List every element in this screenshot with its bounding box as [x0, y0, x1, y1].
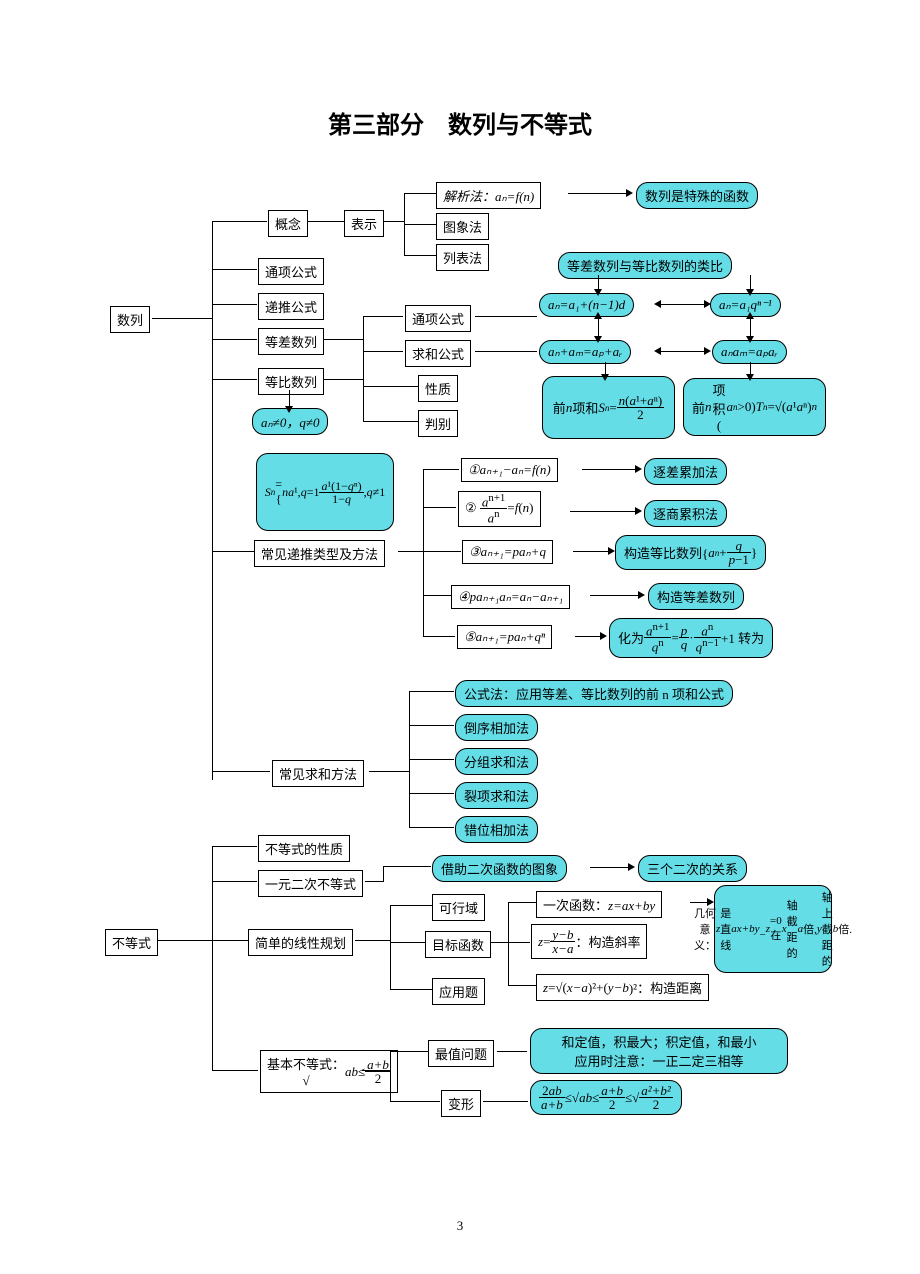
- node-recur: 递推公式: [258, 293, 324, 320]
- opt-note: 和定值，积最大；积定值，和最小应用时注意：一正二定三相等: [530, 1028, 788, 1074]
- node-arith: 等差数列: [258, 328, 324, 355]
- node-ineq: 不等式: [105, 929, 158, 956]
- node-ineq-prop: 不等式的性质: [258, 835, 350, 862]
- s2: 倒序相加法: [455, 714, 538, 741]
- c5: ⑤aₙ₊₁=paₙ+qⁿ: [457, 625, 552, 649]
- lin: 一次函数：z=ax+by: [536, 891, 662, 918]
- page-number: 3: [0, 1218, 920, 1234]
- node-general: 通项公式: [258, 258, 324, 285]
- node-var: 变形: [441, 1090, 481, 1117]
- s3: 分组求和法: [455, 748, 538, 775]
- node-prop: 性质: [418, 375, 458, 402]
- node-opt: 最值问题: [428, 1040, 494, 1067]
- dist: z=√(x−a)²+(y−b)²：构造距离: [536, 974, 709, 1001]
- c2: ② an+1an=f(n): [458, 491, 541, 527]
- node-geom: 等比数列: [258, 368, 324, 395]
- pill-f4: aₙaₘ=aₚaᵣ: [712, 340, 787, 364]
- node-repr: 表示: [344, 210, 384, 237]
- quad-img: 借助二次函数的图象: [432, 855, 567, 882]
- node-obj: 目标函数: [425, 931, 491, 958]
- c4: ④paₙ₊₁aₙ=aₙ−aₙ₊₁: [451, 585, 570, 609]
- node-sum2: 求和公式: [405, 340, 471, 367]
- node-graph: 图象法: [436, 213, 489, 240]
- pill-f1: aₙ=a₁+(n−1)d: [539, 293, 634, 317]
- node-concept: 概念: [268, 210, 308, 237]
- m5: 化为an+1qn=pq·anqn−1+1 转为: [609, 618, 773, 658]
- m1: 逐差累加法: [644, 458, 727, 485]
- three2: 三个二次的关系: [638, 855, 747, 882]
- var-formula: 2aba+b≤√ab≤a+b2≤√a²+b²2: [530, 1080, 682, 1115]
- geo: 几何意义：z 是直线 ax+by−z=0 在 x 轴截距的 a 倍, y 轴上截…: [714, 885, 832, 973]
- pill-special: 数列是特殊的函数: [636, 182, 758, 209]
- c3: ③aₙ₊₁=paₙ+q: [462, 540, 553, 564]
- node-feasible: 可行域: [432, 894, 485, 921]
- pill-analogy: 等差数列与等比数列的类比: [558, 252, 732, 279]
- node-summethod: 常见求和方法: [272, 760, 364, 787]
- node-gen2: 通项公式: [405, 305, 471, 332]
- m3: 构造等比数列{an+qp−1}: [615, 535, 766, 570]
- pill-f3: aₙ+aₘ=aₚ+aᵣ: [539, 340, 631, 364]
- pill-tn: 前 n 项积(an>0) Tn=√(a¹aⁿ)n: [683, 378, 826, 436]
- node-seq: 数列: [110, 306, 150, 333]
- node-ctype: 常见递推类型及方法: [254, 540, 385, 567]
- node-appl: 应用题: [432, 978, 485, 1005]
- m4: 构造等差数列: [648, 583, 744, 610]
- page-title: 第三部分 数列与不等式: [0, 105, 920, 140]
- node-basic: 基本不等式：√ab≤a+b2: [260, 1050, 398, 1093]
- node-analytic: 解析法：aₙ=f(n): [436, 182, 541, 209]
- s1: 公式法：应用等差、等比数列的前 n 项和公式: [455, 680, 733, 707]
- s5: 错位相加法: [455, 816, 538, 843]
- node-judge: 判别: [418, 410, 458, 437]
- m2: 逐商累积法: [644, 500, 727, 527]
- node-lp: 简单的线性规划: [248, 929, 353, 956]
- pill-sn-block: Sn= {na¹, q=1 a¹(1−qⁿ)1−q, q≠1: [256, 453, 394, 531]
- pill-sn: 前 n 项和 Sn=n(a¹+aⁿ)2: [542, 376, 675, 439]
- node-quad: 一元二次不等式: [258, 870, 363, 897]
- node-list: 列表法: [436, 244, 489, 271]
- c1: ①aₙ₊₁−aₙ=f(n): [461, 458, 558, 482]
- slope: z=y−bx−a：构造斜率: [531, 924, 647, 959]
- s4: 裂项求和法: [455, 782, 538, 809]
